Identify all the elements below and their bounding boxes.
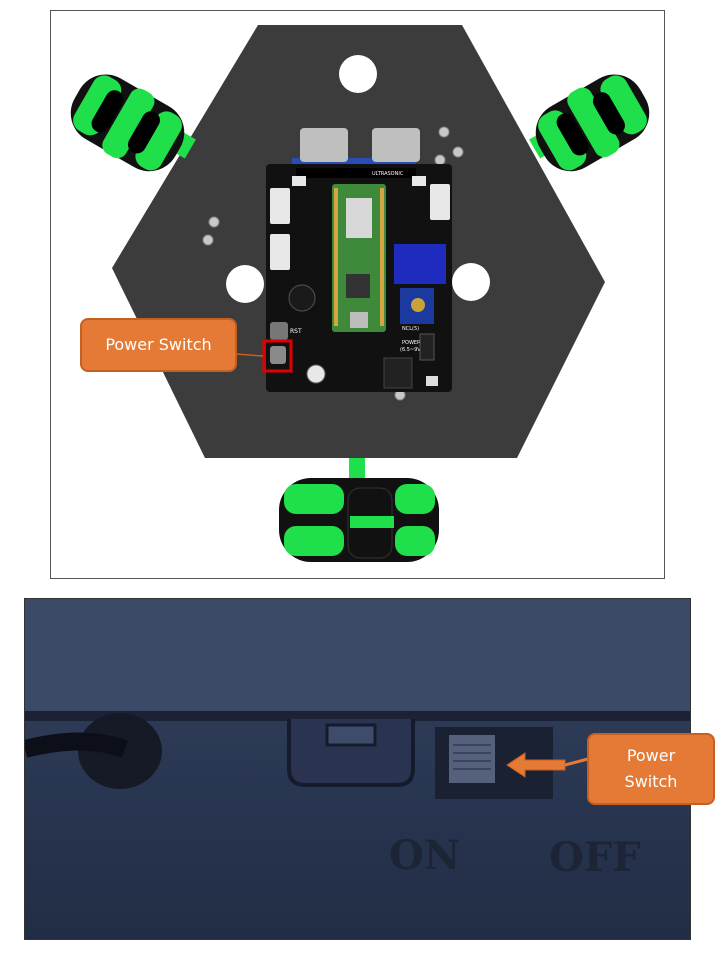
power-switch-photo-callout: Power Switch	[587, 733, 715, 805]
screw	[452, 146, 464, 158]
capacitor	[306, 364, 326, 384]
mount-hole	[339, 55, 377, 93]
rst-button	[270, 322, 288, 340]
switch-slider	[449, 735, 495, 783]
omni-wheel-bottom	[279, 478, 439, 562]
on-label: ON	[389, 832, 460, 879]
power-jack	[383, 357, 413, 389]
screw	[434, 154, 446, 166]
pico-chip	[346, 198, 372, 238]
mount-hole	[452, 263, 490, 301]
power-button	[270, 346, 286, 364]
callout-bottom-line1: Power	[626, 746, 676, 765]
screw	[438, 126, 450, 138]
omni-wheel-top-right	[535, 74, 650, 172]
mount-hole	[226, 265, 264, 303]
robot-top-view: ULTRASONIC RST POWER (6.5~9V) NCL(5)	[70, 25, 650, 562]
gyro-module	[394, 244, 446, 284]
ncl-label: NCL(5)	[402, 326, 419, 332]
connector	[270, 188, 290, 224]
cable	[25, 732, 128, 758]
callout-bottom-line2: Switch	[624, 772, 678, 791]
rst-label: RST	[290, 328, 302, 335]
connector	[430, 184, 450, 220]
connector	[412, 176, 426, 186]
power-range-label: (6.5~9V)	[400, 347, 423, 353]
bluetooth-header	[419, 333, 435, 361]
power-label: POWER	[402, 340, 421, 346]
connector	[270, 234, 290, 270]
screw	[208, 216, 220, 228]
off-label: OFF	[549, 834, 641, 881]
ultrasonic-label: ULTRASONIC	[372, 171, 404, 177]
pico-rp2040	[346, 274, 370, 298]
screw	[202, 234, 214, 246]
connector	[292, 176, 306, 186]
usb-port	[350, 312, 368, 328]
power-switch-callout-label: Power Switch	[105, 335, 212, 354]
buzzer	[288, 284, 316, 312]
power-switch-callout: Power Switch	[80, 318, 237, 372]
clip-tab	[325, 723, 377, 747]
